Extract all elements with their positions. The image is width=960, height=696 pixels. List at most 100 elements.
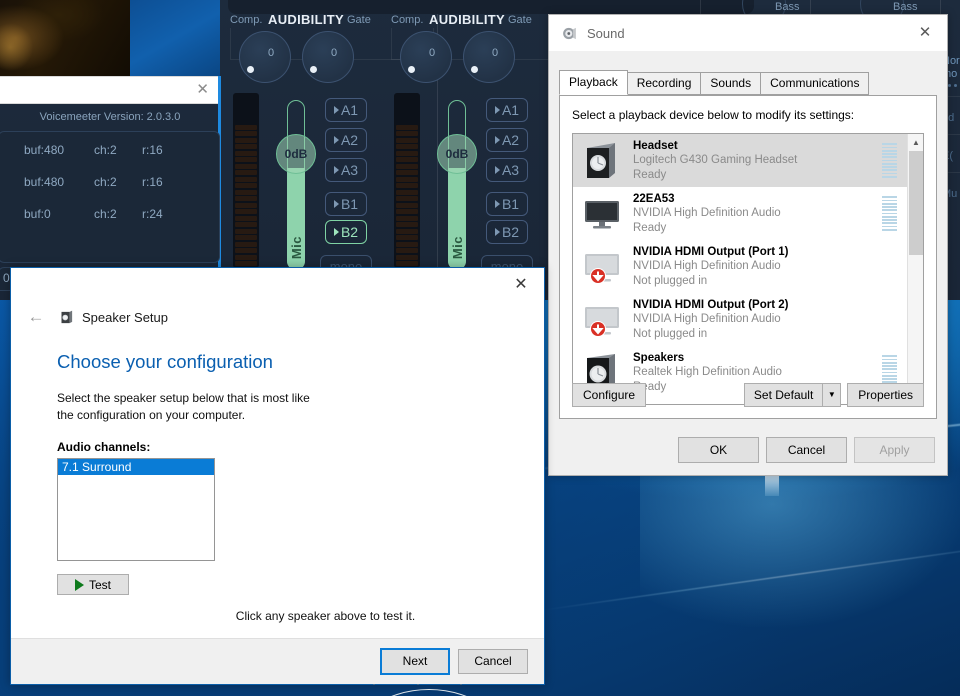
- play-triangle-icon: [494, 166, 500, 174]
- play-triangle-icon: [333, 166, 339, 174]
- fader-handle-2[interactable]: 0dB: [437, 134, 477, 174]
- play-triangle-icon: [494, 106, 500, 114]
- play-triangle-icon: [333, 200, 339, 208]
- test-hint: Click any speaker above to test it.: [235, 609, 416, 623]
- volume-meter: [882, 143, 897, 178]
- knob-indicator: [247, 66, 254, 73]
- properties-button[interactable]: Properties: [847, 382, 924, 407]
- speaker-setup-dialog[interactable]: ✕ ← Speaker Setup Choose your configurat…: [10, 267, 545, 696]
- io-rate-3: 00 Hz: [0, 207, 10, 221]
- device-name: NVIDIA HDMI Output (Port 2): [633, 299, 789, 312]
- tab-communications[interactable]: Communications: [760, 72, 870, 95]
- io-r-2: r:16: [142, 175, 163, 189]
- device-list-inner: Headset Logitech G430 Gaming Headset Rea…: [573, 134, 907, 404]
- test-button[interactable]: Test: [57, 574, 129, 595]
- device-text: NVIDIA HDMI Output (Port 2) NVIDIA High …: [633, 298, 901, 340]
- monitor-icon: [581, 193, 625, 235]
- gate-knob-value-2: 0: [492, 47, 499, 59]
- fader-value-1: 0dB: [284, 147, 308, 161]
- comp-label-1: Comp.: [230, 14, 263, 26]
- ok-button[interactable]: OK: [678, 436, 759, 464]
- bus-button-b2-strip1[interactable]: B2: [325, 220, 367, 244]
- io-r-3: r:24: [142, 207, 163, 221]
- io-buf-3: buf:0: [24, 207, 51, 221]
- bus-button-a1-strip2[interactable]: A1: [486, 98, 528, 122]
- audio-channels-listbox[interactable]: 7.1 Surround: [57, 458, 215, 561]
- next-button[interactable]: Next: [380, 648, 450, 675]
- gate-knob-2[interactable]: 0: [463, 31, 515, 83]
- device-state: Not plugged in: [633, 327, 708, 340]
- io-rate-2: 00 Hz: [0, 175, 10, 189]
- list-item[interactable]: 22EA53 NVIDIA High Definition Audio Read…: [573, 187, 907, 240]
- sound-dialog-footer: OK Cancel Apply: [549, 425, 947, 475]
- playback-tab-panel: Select a playback device below to modify…: [559, 95, 937, 419]
- input-meter-1: [233, 93, 259, 268]
- comp-knob-2[interactable]: 0: [400, 31, 452, 83]
- back-arrow-icon[interactable]: ←: [25, 306, 47, 328]
- comp-knob-value-1: 0: [268, 47, 275, 59]
- sound-dialog[interactable]: Sound ✕ Playback Recording Sounds Commun…: [548, 14, 948, 476]
- strip-title-1: AUDIBILITY: [268, 12, 344, 27]
- gate-label-1: Gate: [347, 14, 371, 26]
- list-item[interactable]: NVIDIA HDMI Output (Port 1) NVIDIA High …: [573, 240, 907, 293]
- page-title: Choose your configuration: [57, 351, 273, 372]
- screen-root: Comp. AUDIBILITY Gate 0 0 0dB Mic A1 A2 …: [0, 0, 960, 696]
- device-description: Realtek High Definition Audio: [633, 366, 782, 379]
- close-icon[interactable]: ✕: [196, 82, 209, 97]
- configure-button[interactable]: Configure: [572, 382, 647, 407]
- list-item[interactable]: 7.1 Surround: [58, 459, 214, 475]
- io-ch-2: ch:2: [94, 175, 117, 189]
- io-buf-2: buf:480: [24, 175, 65, 189]
- play-triangle-icon: [494, 228, 500, 236]
- list-item[interactable]: Headset Logitech G430 Gaming Headset Rea…: [573, 134, 907, 187]
- voicemeeter-info-panel: Voicemeeter Version: 2.0.3.0 00 Hz buf:4…: [0, 105, 220, 291]
- close-icon[interactable]: ✕: [498, 268, 544, 300]
- knob-indicator: [471, 66, 478, 73]
- fader-value-2: 0dB: [445, 147, 469, 161]
- device-name: NVIDIA HDMI Output (Port 1): [633, 246, 789, 259]
- scrollbar-thumb[interactable]: [909, 151, 923, 255]
- bus-button-b2-strip2[interactable]: B2: [486, 220, 528, 244]
- device-state: Ready: [633, 168, 667, 181]
- bus-button-a3-strip2[interactable]: A3: [486, 158, 528, 182]
- comp-knob-1[interactable]: 0: [239, 31, 291, 83]
- voicemeeter-version: Voicemeeter Version: 2.0.3.0: [39, 111, 181, 123]
- comp-knob-value-2: 0: [429, 47, 436, 59]
- cancel-button[interactable]: Cancel: [458, 649, 528, 674]
- tab-recording[interactable]: Recording: [626, 72, 702, 95]
- playback-device-list[interactable]: Headset Logitech G430 Gaming Headset Rea…: [572, 133, 924, 405]
- cancel-button[interactable]: Cancel: [766, 436, 847, 464]
- device-state: Ready: [633, 221, 667, 234]
- gate-knob-1[interactable]: 0: [302, 31, 354, 83]
- strip-title-2: AUDIBILITY: [429, 12, 505, 27]
- speaker-setup-icon: [61, 310, 73, 323]
- set-default-button[interactable]: Set Default ▼: [743, 382, 842, 407]
- tab-sounds[interactable]: Sounds: [700, 72, 762, 95]
- audio-channels-label: Audio channels:: [57, 440, 151, 454]
- bus-button-a2-strip1[interactable]: A2: [325, 128, 367, 152]
- tab-playback[interactable]: Playback: [559, 70, 628, 95]
- bus-button-b1-strip1[interactable]: B1: [325, 192, 367, 216]
- sound-dialog-title: Sound: [587, 25, 625, 41]
- comp-label-2: Comp.: [391, 14, 424, 26]
- bus-button-a1-strip1[interactable]: A1: [325, 98, 367, 122]
- chevron-down-icon[interactable]: ▼: [823, 384, 840, 406]
- bus-button-a2-strip2[interactable]: A2: [486, 128, 528, 152]
- device-description: NVIDIA High Definition Audio: [633, 313, 781, 326]
- sound-tabs[interactable]: Playback Recording Sounds Communications: [559, 70, 937, 96]
- fader-handle-1[interactable]: 0dB: [276, 134, 316, 174]
- sound-dialog-titlebar[interactable]: Sound ✕: [549, 15, 947, 51]
- bus-button-b1-strip2[interactable]: B1: [486, 192, 528, 216]
- monitor-unplugged-icon: [581, 246, 625, 288]
- list-item[interactable]: NVIDIA HDMI Output (Port 2) NVIDIA High …: [573, 293, 907, 346]
- scroll-up-icon[interactable]: ▲: [908, 134, 923, 150]
- play-triangle-icon: [333, 136, 339, 144]
- close-icon[interactable]: ✕: [903, 15, 947, 49]
- device-list-scrollbar[interactable]: ▲ ▼: [907, 134, 923, 404]
- background-window-titlebar[interactable]: ✕: [0, 76, 220, 104]
- volume-meter: [882, 196, 897, 231]
- bus-button-a3-strip1[interactable]: A3: [325, 158, 367, 182]
- device-name: Headset: [633, 140, 678, 153]
- device-text: 22EA53 NVIDIA High Definition Audio Read…: [633, 192, 882, 234]
- io-row-1: 00 Hz buf:480 ch:2 r:16: [0, 143, 182, 157]
